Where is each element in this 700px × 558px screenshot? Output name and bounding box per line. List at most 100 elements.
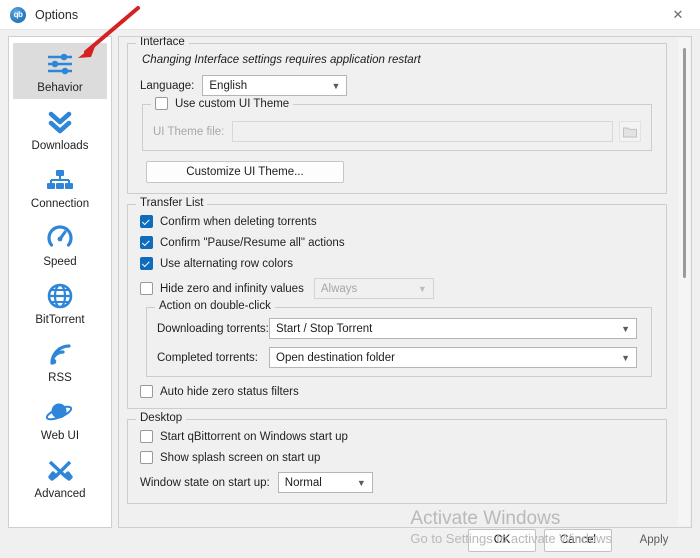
sidebar-item-connection[interactable]: Connection — [13, 159, 107, 215]
dialog-footer: OK Cancel Apply — [0, 522, 700, 558]
sidebar-item-label: Connection — [30, 198, 90, 210]
rss-icon — [47, 339, 73, 369]
ok-button[interactable]: OK — [468, 528, 536, 552]
confirm-pause-label: Confirm "Pause/Resume all" actions — [160, 236, 345, 249]
downloading-action-select[interactable]: Start / Stop Torrent ▼ — [269, 318, 637, 339]
sidebar-item-speed[interactable]: Speed — [13, 217, 107, 273]
auto-hide-filters-checkbox[interactable]: Auto hide zero status filters — [140, 385, 654, 398]
sidebar-item-label: Speed — [43, 256, 77, 268]
dialog-body: Behavior Downloads Connection Speed BitT… — [0, 30, 700, 558]
checkbox-box — [155, 97, 168, 110]
confirm-delete-checkbox[interactable]: Confirm when deleting torrents — [140, 215, 654, 228]
window-title: Options — [35, 7, 79, 22]
language-row: Language: English ▼ — [140, 75, 654, 96]
downloading-value: Start / Stop Torrent — [276, 322, 373, 335]
sliders-icon — [45, 49, 75, 79]
chevron-down-icon: ▼ — [356, 477, 366, 488]
sidebar-item-label: RSS — [48, 372, 72, 384]
chevron-down-icon: ▼ — [621, 323, 630, 334]
use-custom-theme-cb[interactable]: Use custom UI Theme — [155, 97, 289, 110]
chevron-down-icon: ▼ — [621, 352, 630, 363]
globe-icon — [46, 281, 74, 311]
custom-theme-subgroup: Use custom UI Theme UI Theme file: — [142, 97, 652, 151]
sidebar-item-label: Advanced — [34, 488, 86, 500]
language-value: English — [209, 79, 248, 92]
cancel-button[interactable]: Cancel — [544, 528, 612, 552]
sidebar-item-label: Web UI — [40, 430, 80, 442]
hide-zero-label: Hide zero and infinity values — [160, 282, 304, 295]
alternating-rows-label: Use alternating row colors — [160, 257, 293, 270]
double-chevron-down-icon — [45, 107, 75, 137]
checkbox-box — [140, 215, 153, 228]
interface-group: Interface Changing Interface settings re… — [127, 37, 667, 194]
scrollbar-thumb[interactable] — [683, 48, 686, 278]
completed-value: Open destination folder — [276, 351, 395, 364]
content-row: Behavior Downloads Connection Speed BitT… — [8, 36, 692, 528]
desktop-group: Desktop Start qBittorrent on Windows sta… — [127, 412, 667, 504]
downloading-label: Downloading torrents: — [157, 322, 269, 335]
checkbox-box — [140, 430, 153, 443]
start-on-windows-label: Start qBittorrent on Windows start up — [160, 430, 348, 443]
sidebar-item-label: Downloads — [31, 140, 89, 152]
sidebar-item-behavior[interactable]: Behavior — [13, 43, 107, 99]
confirm-pause-resume-checkbox[interactable]: Confirm "Pause/Resume all" actions — [140, 236, 654, 249]
completed-torrents-row: Completed torrents: Open destination fol… — [157, 347, 641, 368]
chevron-down-icon: ▼ — [417, 283, 427, 294]
sidebar-item-advanced[interactable]: Advanced — [13, 449, 107, 505]
double-click-group-title: Action on double-click — [155, 300, 275, 312]
checkbox-box — [140, 451, 153, 464]
confirm-delete-label: Confirm when deleting torrents — [160, 215, 317, 228]
hide-zero-select[interactable]: Always ▼ — [313, 278, 434, 299]
apply-button[interactable]: Apply — [620, 529, 688, 552]
options-sidebar[interactable]: Behavior Downloads Connection Speed BitT… — [8, 36, 112, 528]
splash-screen-checkbox[interactable]: Show splash screen on start up — [140, 451, 654, 464]
sidebar-item-web-ui[interactable]: Web UI — [13, 391, 107, 447]
language-select[interactable]: English ▼ — [202, 75, 348, 96]
window-state-row: Window state on start up: Normal ▼ — [140, 472, 654, 493]
use-custom-theme-checkbox[interactable]: Use custom UI Theme — [151, 97, 294, 110]
tools-icon — [45, 455, 75, 485]
checkbox-box — [140, 282, 153, 295]
pane-scrollbar[interactable] — [678, 38, 690, 526]
sidebar-item-rss[interactable]: RSS — [13, 333, 107, 389]
close-icon[interactable]: ✕ — [656, 0, 700, 30]
use-custom-theme-label: Use custom UI Theme — [175, 97, 290, 110]
desktop-group-title: Desktop — [136, 412, 187, 424]
theme-file-row: UI Theme file: — [153, 121, 641, 142]
interface-group-title: Interface — [136, 37, 189, 48]
planet-icon — [45, 397, 75, 427]
settings-pane-wrapper: Interface Changing Interface settings re… — [118, 36, 692, 528]
restart-note: Changing Interface settings requires app… — [142, 54, 421, 66]
hide-zero-checkbox[interactable]: Hide zero and infinity values — [140, 282, 304, 295]
alternating-row-colors-checkbox[interactable]: Use alternating row colors — [140, 257, 654, 270]
logo-text: qb — [13, 10, 23, 19]
window-state-select[interactable]: Normal ▼ — [277, 472, 373, 493]
speedometer-icon — [46, 223, 74, 253]
chevron-down-icon: ▼ — [331, 80, 341, 91]
double-click-subgroup: Action on double-click Downloading torre… — [146, 300, 652, 377]
transfer-list-group-title: Transfer List — [136, 197, 208, 209]
customize-ui-theme-button[interactable]: Customize UI Theme... — [146, 161, 344, 183]
folder-icon[interactable] — [619, 121, 641, 142]
sidebar-item-label: Behavior — [37, 82, 83, 94]
start-on-windows-checkbox[interactable]: Start qBittorrent on Windows start up — [140, 430, 654, 443]
title-bar: qb Options ✕ — [0, 0, 700, 30]
downloading-torrents-row: Downloading torrents: Start / Stop Torre… — [157, 318, 641, 339]
checkbox-box — [140, 257, 153, 270]
checkbox-box — [140, 385, 153, 398]
auto-hide-label: Auto hide zero status filters — [160, 385, 299, 398]
customize-theme-row: Customize UI Theme... — [146, 161, 654, 183]
hide-zero-value: Always — [320, 282, 358, 295]
window-state-value: Normal — [284, 476, 322, 489]
hide-zero-row: Hide zero and infinity values Always ▼ — [140, 278, 654, 299]
sidebar-item-downloads[interactable]: Downloads — [13, 101, 107, 157]
theme-file-input[interactable] — [232, 121, 613, 142]
splash-label: Show splash screen on start up — [160, 451, 321, 464]
qbittorrent-logo-icon: qb — [10, 6, 26, 23]
sidebar-item-label: BitTorrent — [35, 314, 85, 326]
language-label: Language: — [140, 79, 195, 92]
window-state-label: Window state on start up: — [140, 476, 270, 489]
completed-action-select[interactable]: Open destination folder ▼ — [269, 347, 637, 368]
sidebar-item-bittorrent[interactable]: BitTorrent — [13, 275, 107, 331]
completed-label: Completed torrents: — [157, 351, 258, 364]
